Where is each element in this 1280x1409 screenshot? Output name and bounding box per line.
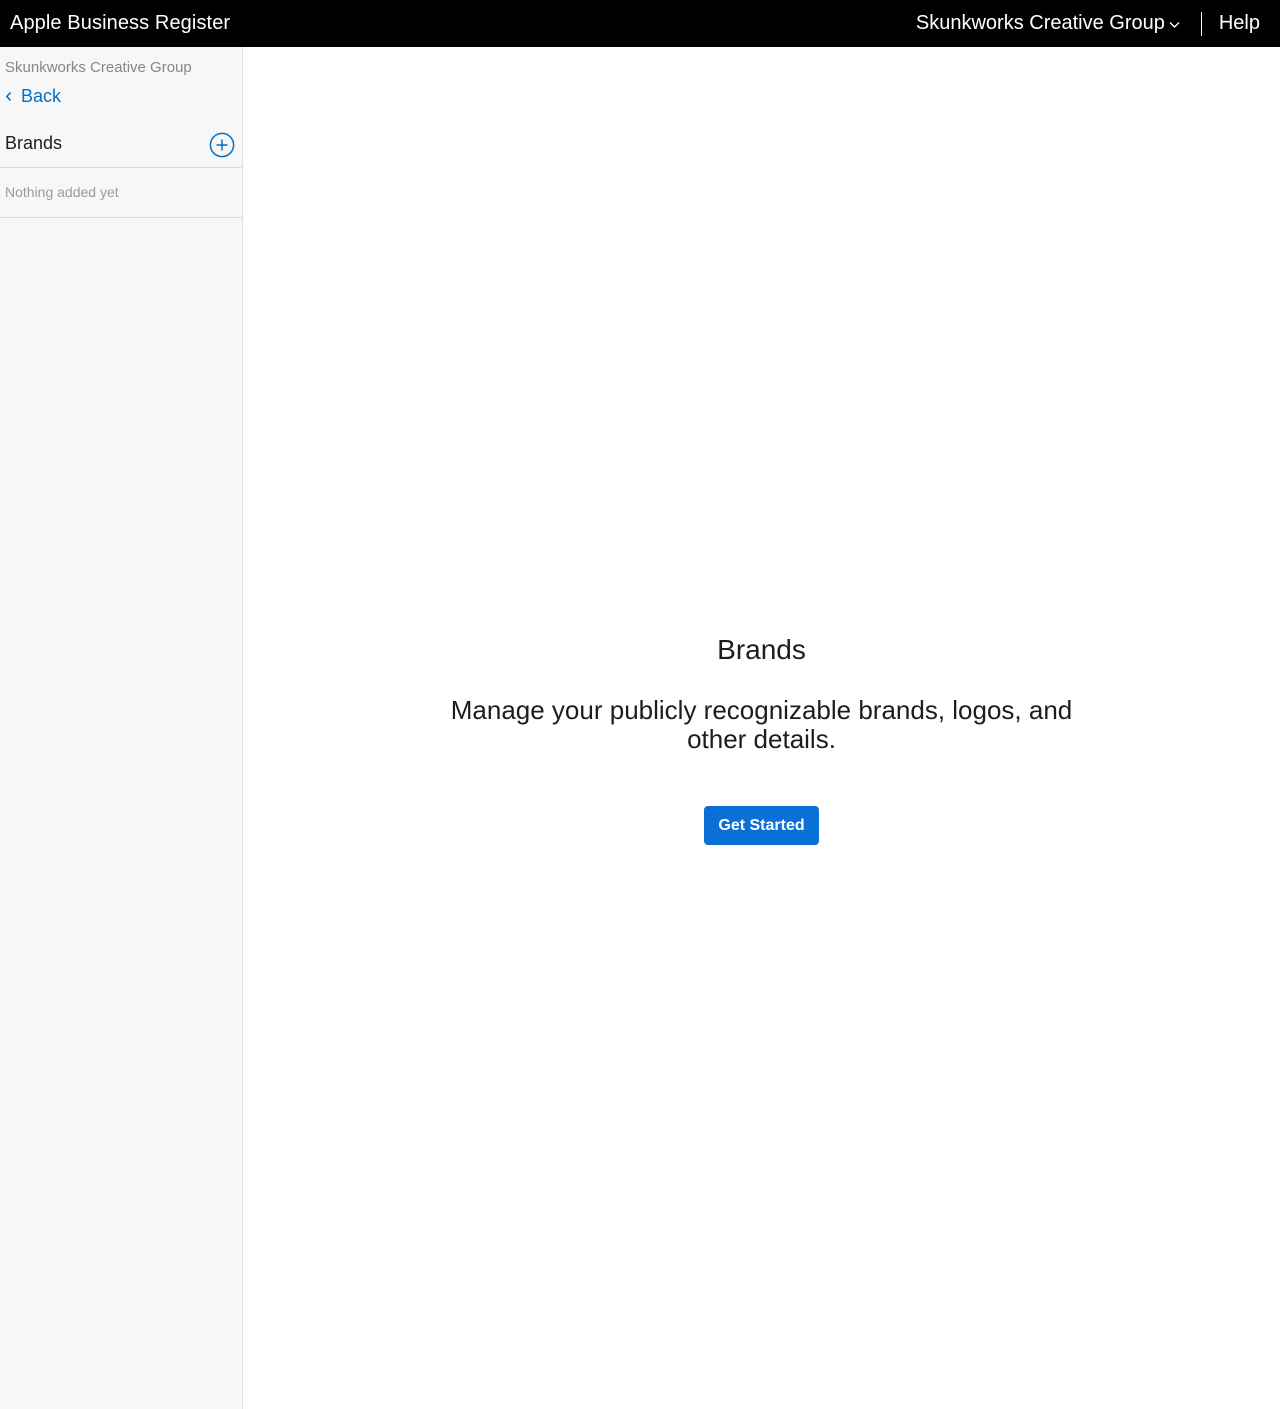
chevron-down-icon — [1169, 21, 1180, 28]
sidebar-organization-name: Skunkworks Creative Group — [5, 59, 192, 76]
empty-list-item: Nothing added yet — [0, 168, 242, 218]
organization-switcher[interactable]: Skunkworks Creative Group — [916, 12, 1180, 35]
chevron-left-icon — [5, 91, 12, 102]
brands-section-header: Brands — [0, 121, 242, 168]
help-link[interactable]: Help — [1219, 12, 1260, 35]
section-title: Brands — [5, 133, 63, 153]
back-link[interactable]: Back — [5, 86, 61, 107]
empty-state-panel: Brands Manage your publicly recognizable… — [243, 633, 1280, 845]
get-started-button[interactable]: Get Started — [704, 806, 819, 845]
empty-state-text: Nothing added yet — [5, 184, 119, 200]
topbar-actions: Skunkworks Creative Group Help — [916, 0, 1260, 47]
divider — [1200, 11, 1202, 36]
top-navigation-bar: Apple Business Register Skunkworks Creat… — [0, 0, 1280, 47]
plus-circle-icon — [209, 132, 235, 158]
app-title: Apple Business Register — [10, 12, 231, 34]
page-title: Brands — [717, 634, 806, 665]
sidebar: Skunkworks Creative Group Back Brands No… — [0, 47, 243, 1409]
add-brand-button[interactable] — [209, 132, 235, 158]
back-link-label: Back — [21, 86, 62, 106]
organization-name: Skunkworks Creative Group — [915, 12, 1165, 34]
main-content-area: Brands Manage your publicly recognizable… — [243, 47, 1280, 1409]
page-description: Manage your publicly recognizable brands… — [450, 695, 1073, 754]
